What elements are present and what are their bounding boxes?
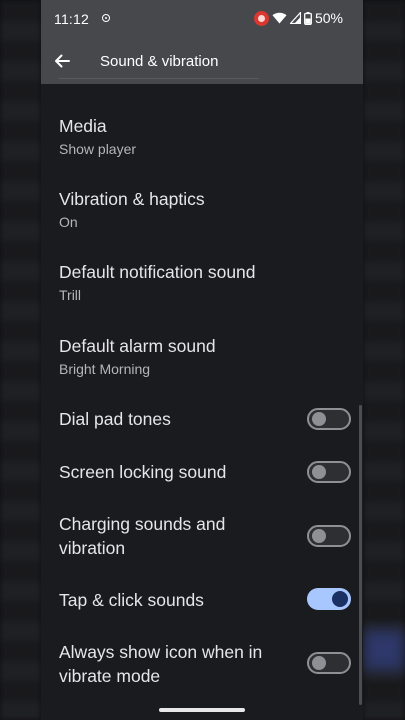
- setting-title: Default notification sound: [59, 262, 256, 282]
- arrow-left-icon[interactable]: [52, 51, 72, 71]
- setting-summary: Show player: [59, 141, 137, 157]
- status-time: 11:12: [54, 11, 89, 27]
- setting-summary: Trill: [59, 287, 82, 303]
- setting-title: Tap & click sounds: [59, 590, 204, 610]
- screen-record-icon: [253, 10, 269, 26]
- toggle-always-show-vibrate-icon[interactable]: [307, 652, 351, 674]
- setting-vibration-haptics[interactable]: Vibration & haptics On: [59, 187, 349, 232]
- toggle-knob: [312, 656, 326, 670]
- battery-percentage: 50%: [314, 10, 343, 26]
- setting-title: Screen locking sound: [59, 462, 227, 482]
- battery-icon: [304, 11, 312, 25]
- page-title: Sound & vibration: [100, 53, 219, 70]
- cell-signal-icon: [289, 12, 301, 24]
- toggle-knob: [312, 412, 326, 426]
- toggle-knob: [312, 529, 326, 543]
- phone-screen: 11:12 50% Sound & vibration Media Show p…: [41, 0, 363, 720]
- setting-title: Dial pad tones: [59, 409, 171, 429]
- setting-summary: Bright Morning: [59, 361, 151, 377]
- setting-charging-sounds-vibration[interactable]: Charging sounds and vibration: [59, 512, 279, 560]
- blurred-backdrop-left: [0, 0, 41, 720]
- status-icons: 50%: [253, 10, 343, 26]
- setting-title: Always show icon when in vibrate mode: [59, 642, 263, 686]
- setting-always-show-vibrate-icon[interactable]: Always show icon when in vibrate mode: [59, 640, 289, 688]
- toggle-charging-sounds-vibration[interactable]: [307, 525, 351, 547]
- setting-title: Default alarm sound: [59, 336, 216, 356]
- setting-tap-click-sounds[interactable]: Tap & click sounds: [59, 588, 279, 612]
- toggle-screen-locking-sound[interactable]: [307, 461, 351, 483]
- scrollbar[interactable]: [359, 405, 362, 705]
- setting-title: Media: [59, 116, 107, 136]
- gesture-nav-handle[interactable]: [159, 708, 245, 712]
- setting-screen-locking-sound[interactable]: Screen locking sound: [59, 460, 279, 484]
- blurred-backdrop-right: [363, 0, 405, 720]
- setting-title: Charging sounds and vibration: [59, 514, 226, 558]
- clipped-previous-item: [59, 78, 259, 85]
- setting-default-notification-sound[interactable]: Default notification sound Trill: [59, 260, 349, 305]
- toggle-knob: [332, 591, 348, 607]
- toggle-tap-click-sounds[interactable]: [307, 588, 351, 610]
- setting-default-alarm-sound[interactable]: Default alarm sound Bright Morning: [59, 334, 349, 379]
- wifi-icon: [272, 12, 287, 24]
- setting-dial-pad-tones[interactable]: Dial pad tones: [59, 407, 279, 431]
- setting-summary: On: [59, 214, 78, 230]
- setting-title: Vibration & haptics: [59, 189, 205, 209]
- toggle-knob: [312, 465, 326, 479]
- setting-media[interactable]: Media Show player: [59, 114, 349, 159]
- status-bar: 11:12 50%: [41, 0, 363, 38]
- location-target-icon: [102, 14, 110, 22]
- toggle-dial-pad-tones[interactable]: [307, 408, 351, 430]
